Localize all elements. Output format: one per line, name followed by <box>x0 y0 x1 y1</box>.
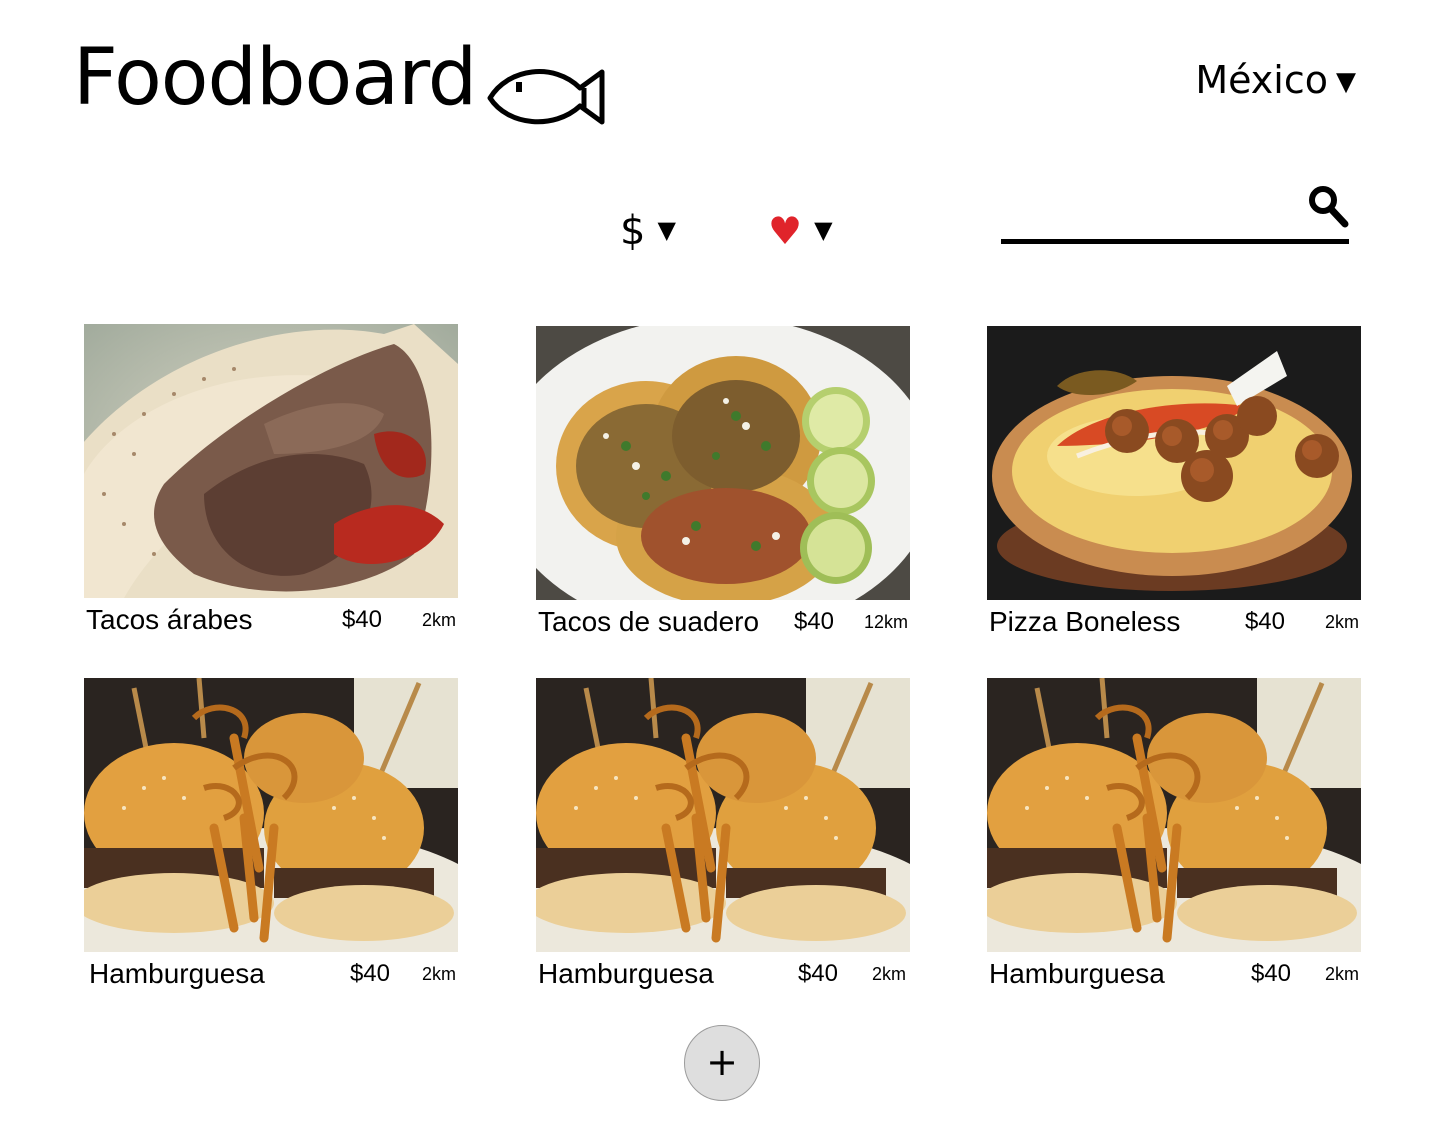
food-photo-pizza-boneless[interactable] <box>987 326 1361 600</box>
card-distance: 2km <box>1324 964 1359 984</box>
card-meta: Tacos árabes $40 2km <box>84 600 458 640</box>
dollar-icon: $ <box>620 208 646 254</box>
food-photo-hamburguesa[interactable] <box>987 678 1361 952</box>
favorite-filter[interactable]: ♥ ▼ <box>768 206 833 255</box>
chevron-down-icon: ▼ <box>657 216 676 244</box>
card-price: $40 <box>1250 960 1291 987</box>
card-title: Tacos árabes <box>86 604 253 635</box>
food-card[interactable]: Hamburguesa $40 2km <box>536 678 910 994</box>
card-price: $40 <box>341 606 382 633</box>
country-label: México <box>1195 58 1328 102</box>
card-distance: 2km <box>421 610 456 630</box>
food-card[interactable]: Tacos árabes $40 2km <box>84 324 458 640</box>
card-price: $40 <box>797 960 838 987</box>
search-input[interactable] <box>1001 188 1301 238</box>
fish-icon <box>487 69 605 125</box>
price-filter[interactable]: $ ▼ <box>620 206 676 255</box>
card-distance: 12km <box>863 612 908 632</box>
card-distance: 2km <box>871 964 906 984</box>
food-photo-hamburguesa[interactable] <box>536 678 910 952</box>
food-card[interactable]: Hamburguesa $40 2km <box>84 678 458 994</box>
card-meta: Hamburguesa $40 2km <box>536 954 910 994</box>
food-card[interactable]: Hamburguesa $40 2km <box>987 678 1361 994</box>
card-distance: 2km <box>1324 612 1359 632</box>
search-bar <box>1001 180 1349 244</box>
food-photo-tacos-suadero[interactable] <box>536 326 910 600</box>
heart-icon: ♥ <box>768 209 803 253</box>
card-title: Tacos de suadero <box>538 606 760 637</box>
chevron-down-icon: ▼ <box>814 216 833 244</box>
card-price: $40 <box>793 608 834 635</box>
country-selector[interactable]: México ▼ <box>1195 58 1356 104</box>
card-price: $40 <box>349 960 390 987</box>
search-underline <box>1001 239 1349 244</box>
food-card[interactable]: Pizza Boneless $40 2km <box>987 326 1361 642</box>
card-distance: 2km <box>421 964 456 984</box>
food-card[interactable]: Tacos de suadero $40 12km <box>536 326 910 642</box>
card-meta: Hamburguesa $40 2km <box>84 954 458 994</box>
card-price: $40 <box>1244 608 1285 635</box>
search-icon[interactable] <box>1307 184 1349 228</box>
card-title: Hamburguesa <box>538 958 714 989</box>
card-meta: Tacos de suadero $40 12km <box>536 602 910 642</box>
food-photo-hamburguesa[interactable] <box>84 678 458 952</box>
food-photo-tacos-arabes[interactable] <box>84 324 458 598</box>
card-title: Hamburguesa <box>89 958 265 989</box>
brand-logo-text: Foodboard <box>73 33 477 123</box>
card-title: Hamburguesa <box>989 958 1165 989</box>
card-title: Pizza Boneless <box>989 606 1181 637</box>
card-meta: Pizza Boneless $40 2km <box>987 602 1361 642</box>
chevron-down-icon: ▼ <box>1336 67 1356 97</box>
add-item-button[interactable]: + <box>684 1025 760 1101</box>
card-meta: Hamburguesa $40 2km <box>987 954 1361 994</box>
